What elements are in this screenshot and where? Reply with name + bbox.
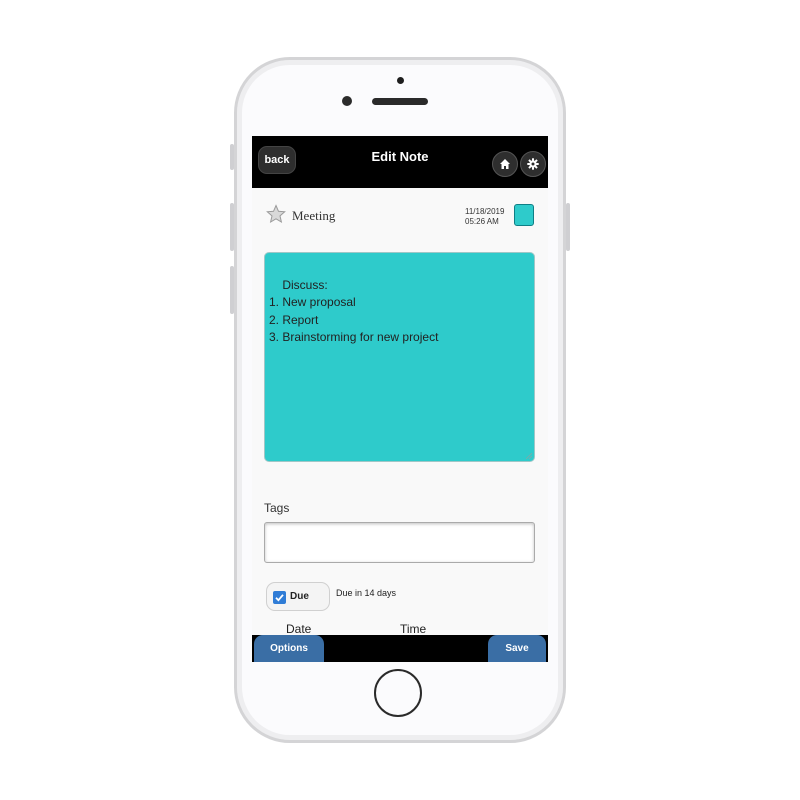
note-timestamp: 11/18/2019 05:26 AM	[465, 207, 505, 226]
phone-sensor	[397, 77, 404, 84]
app-footer: Options Save	[252, 635, 548, 662]
app-header: back Edit Note	[252, 136, 548, 188]
home-button[interactable]	[492, 151, 518, 177]
phone-side-button	[230, 144, 234, 170]
star-icon[interactable]	[266, 204, 286, 224]
date-label: Date	[286, 622, 312, 636]
due-checkbox[interactable]	[273, 591, 286, 604]
checkmark-icon	[275, 594, 284, 602]
settings-button[interactable]	[520, 151, 546, 177]
note-color-swatch[interactable]	[514, 204, 534, 226]
time-label: Time	[400, 622, 427, 636]
tags-label: Tags	[264, 501, 290, 515]
phone-camera	[342, 96, 352, 106]
note-body-textarea[interactable]: Discuss: 1. New proposal 2. Report 3. Br…	[264, 252, 535, 462]
note-body-text: Discuss: 1. New proposal 2. Report 3. Br…	[269, 277, 439, 345]
note-title[interactable]: Meeting	[292, 208, 335, 224]
phone-speaker	[372, 98, 428, 105]
home-icon	[500, 159, 510, 169]
phone-volume-down	[230, 266, 234, 314]
gear-icon	[527, 158, 539, 170]
resize-handle-icon[interactable]	[526, 453, 532, 459]
save-button[interactable]: Save	[488, 635, 546, 662]
due-summary: Due in 14 days	[336, 588, 397, 598]
due-checkbox-label: Due	[290, 591, 309, 602]
options-button[interactable]: Options	[254, 635, 324, 662]
phone-volume-up	[230, 203, 234, 251]
due-toggle[interactable]: Due	[266, 582, 330, 611]
tags-input[interactable]	[264, 522, 535, 563]
app-screen: back Edit Note Meeting 11/18/2019 05:26 …	[252, 136, 548, 662]
phone-power-button	[566, 203, 570, 251]
phone-home-button[interactable]	[374, 669, 422, 717]
